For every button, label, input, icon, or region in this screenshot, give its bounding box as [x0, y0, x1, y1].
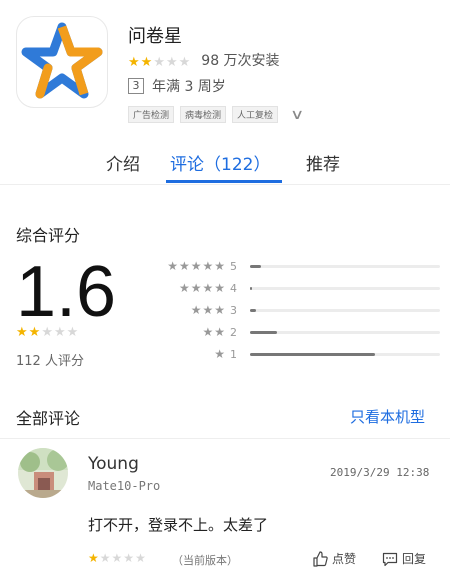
distribution-row-2: ★★ 2 — [150, 324, 440, 340]
star-filled-icon: ★ — [16, 325, 29, 340]
same-model-filter-link[interactable]: 只看本机型 — [350, 406, 425, 427]
distribution-label: 5 — [230, 259, 237, 273]
distribution-bar-fill — [250, 286, 252, 290]
comment-icon — [382, 552, 398, 566]
age-rating: 3 年满 3 周岁 — [128, 76, 226, 96]
distribution-label: 1 — [230, 347, 237, 361]
distribution-row-1: ★ 1 — [150, 346, 440, 362]
tag-manual-check: 人工复检 — [232, 106, 279, 123]
reply-button[interactable]: 回复 — [382, 550, 426, 567]
app-rating: ★★★★★ 98 万次安装 — [128, 50, 280, 70]
star-filled-icon: ★ — [128, 54, 141, 70]
reply-label: 回复 — [402, 552, 427, 566]
distribution-label: 4 — [230, 281, 237, 295]
distribution-bar-fill — [250, 330, 277, 334]
review-time: 2019/3/29 12:38 — [330, 466, 430, 479]
distribution-label: 2 — [230, 325, 237, 339]
rating-stars: ★★★★★ — [128, 51, 191, 70]
app-name: 问卷星 — [128, 26, 182, 47]
divider — [0, 184, 450, 185]
distribution-label: 3 — [230, 303, 237, 317]
review-text: 打不开，登录不上。太差了 — [88, 516, 269, 534]
star-empty-icon: ★ — [165, 54, 179, 70]
distribution-bar-track — [250, 352, 440, 356]
distribution-bar-fill — [250, 264, 261, 268]
age-text: 年满 3 周岁 — [152, 79, 226, 95]
tab-intro[interactable]: 介绍 — [106, 150, 140, 175]
review-stars: ★ ★ ★ ★ ★ — [88, 552, 147, 565]
distribution-row-3: ★★★ 3 — [150, 302, 440, 318]
tag-ad-check: 广告检测 — [128, 106, 175, 123]
star-filled-icon: ★ — [88, 551, 100, 565]
star-empty-icon: ★ — [111, 551, 124, 565]
star-empty-icon: ★ — [123, 551, 136, 565]
star-empty-icon: ★ — [66, 325, 80, 340]
avatar-image — [18, 448, 68, 498]
distribution-stars-icon: ★ — [214, 347, 226, 361]
distribution-bar-track — [250, 286, 440, 290]
star-empty-icon: ★ — [53, 325, 67, 340]
overall-stars: ★ ★ ★ ★ ★ — [16, 326, 79, 339]
distribution-stars-icon: ★★★★★ — [167, 259, 226, 273]
tab-recommend[interactable]: 推荐 — [306, 150, 340, 175]
review-device: Mate10-Pro — [88, 479, 161, 493]
divider — [0, 438, 450, 439]
star-filled-icon: ★ — [140, 54, 154, 70]
like-label: 点赞 — [332, 552, 357, 566]
overall-score: 1.6 — [16, 252, 117, 332]
safety-tags: 广告检测 病毒检测 人工复检 ∨ — [128, 106, 304, 123]
review-version: （当前版本） — [172, 554, 238, 567]
star-empty-icon: ★ — [41, 325, 54, 340]
star-empty-icon: ★ — [99, 551, 112, 565]
star-empty-icon: ★ — [178, 54, 192, 70]
thumbs-up-icon — [313, 550, 328, 567]
distribution-bar-track — [250, 308, 440, 312]
star-filled-icon: ★ — [28, 325, 42, 340]
distribution-bar-track — [250, 330, 440, 334]
avatar[interactable] — [18, 448, 68, 498]
distribution-bar-fill — [250, 308, 256, 312]
distribution-row-5: ★★★★★ 5 — [150, 258, 440, 274]
star-empty-icon: ★ — [135, 551, 147, 565]
active-tab-indicator — [166, 180, 282, 183]
tab-reviews[interactable]: 评论（122） — [170, 150, 270, 175]
all-reviews-title: 全部评论 — [16, 409, 81, 428]
distribution-bar-track — [250, 264, 440, 268]
distribution-stars-icon: ★★★★ — [178, 281, 226, 295]
distribution-stars-icon: ★★★ — [190, 303, 226, 317]
app-icon[interactable] — [16, 16, 108, 108]
overall-rating-title: 综合评分 — [16, 226, 81, 245]
install-count: 98 万次安装 — [201, 53, 280, 69]
distribution-row-4: ★★★★ 4 — [150, 280, 440, 296]
rating-count: 112 人评分 — [16, 354, 84, 369]
star-empty-icon: ★ — [153, 54, 166, 70]
distribution-stars-icon: ★★ — [202, 325, 226, 339]
chevron-down-icon[interactable]: ∨ — [290, 107, 304, 123]
distribution-bar-fill — [250, 352, 375, 356]
star-logo-icon — [21, 22, 103, 99]
tag-virus-check: 病毒检测 — [180, 106, 227, 123]
age-badge: 3 — [128, 78, 144, 94]
like-button[interactable]: 点赞 — [312, 550, 356, 567]
review-username[interactable]: Young — [88, 454, 139, 474]
